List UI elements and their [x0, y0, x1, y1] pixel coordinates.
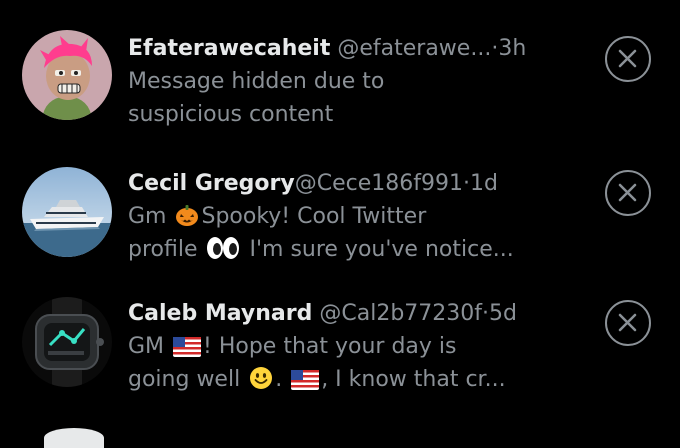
pink-haired-ape-avatar-icon	[22, 30, 112, 120]
dismiss-button[interactable]	[605, 170, 651, 216]
display-name[interactable]: Caleb Maynard	[128, 301, 312, 326]
avatar[interactable]	[22, 297, 112, 387]
display-name[interactable]: Cecil Gregory	[128, 171, 295, 196]
next-avatar-partial	[44, 428, 104, 448]
message-text: Message hidden due to	[128, 69, 385, 94]
dismiss-button[interactable]	[605, 36, 651, 82]
us-flag-icon	[291, 367, 320, 400]
message-text: Gm Spooky! Cool Twitter	[128, 200, 568, 233]
avatar[interactable]	[22, 167, 112, 257]
timestamp[interactable]: 3h	[498, 36, 526, 61]
luxury-watch-avatar-icon	[22, 297, 112, 387]
notification-item-cecil-gregory[interactable]: Cecil Gregory@Cece186f991·1d Gm Spooky! …	[0, 130, 680, 262]
user-handle[interactable]: @Cal2b77230f	[319, 301, 482, 326]
notification-list: Efaterawecaheit @efaterawe... · 3h Message…	[0, 0, 680, 448]
message-text: going well . , I know that cr...	[128, 363, 568, 396]
separator-dot: ·	[482, 301, 490, 326]
display-name[interactable]: Efaterawecaheit	[128, 36, 330, 61]
close-circle-icon	[618, 183, 637, 202]
dismiss-button[interactable]	[605, 300, 651, 346]
timestamp[interactable]: 1d	[470, 171, 498, 196]
timestamp[interactable]: 5d	[489, 301, 517, 326]
jack-o-lantern-icon	[175, 203, 199, 237]
avatar[interactable]	[22, 30, 112, 120]
yacht-photo-avatar-icon	[22, 167, 112, 257]
message-text: GM ! Hope that your day is	[128, 330, 568, 363]
message-text: suspicious content	[128, 102, 334, 127]
close-circle-icon	[618, 313, 637, 332]
user-handle[interactable]: @efaterawe...	[337, 36, 491, 61]
notification-item-efaterawecaheit[interactable]: Efaterawecaheit @efaterawe...·3h Message…	[0, 0, 680, 130]
user-handle[interactable]: @Cece186f991	[295, 171, 463, 196]
notification-item-caleb-maynard[interactable]: Caleb Maynard @Cal2b77230f·5d GM ! Hope …	[0, 262, 680, 392]
smiling-face-icon	[249, 366, 273, 400]
close-circle-icon	[618, 49, 637, 68]
separator-dot: ·	[463, 171, 470, 196]
